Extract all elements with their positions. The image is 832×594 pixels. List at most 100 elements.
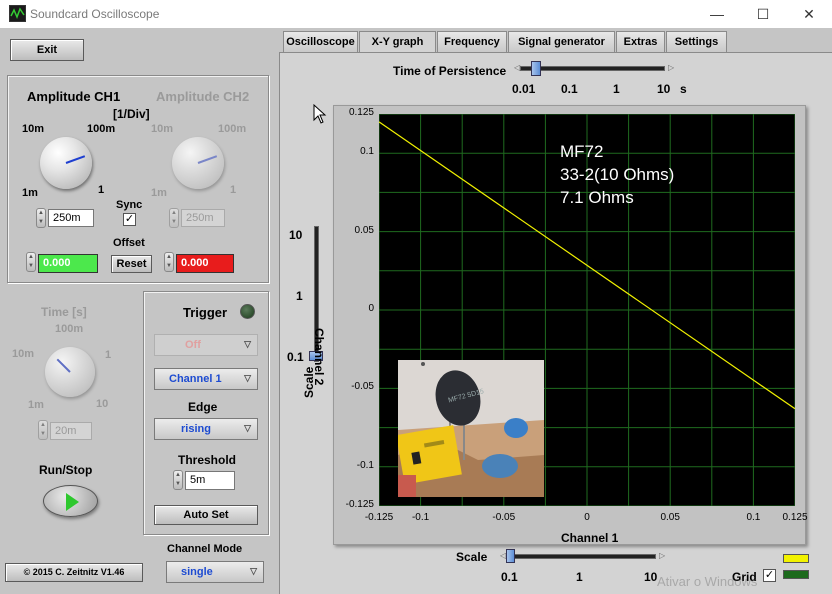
ch1-amplitude-field[interactable]: 250m [48, 209, 94, 227]
grid-checkbox[interactable]: ✓ [763, 569, 776, 582]
time-knob-label-10: 10 [96, 398, 109, 410]
persistence-tick-2: 1 [613, 82, 620, 96]
persistence-label: Time of Persistence [393, 64, 507, 78]
slider-right-arrow-icon[interactable]: ▷ [668, 63, 674, 72]
hscale-label: Scale [456, 550, 488, 564]
time-knob[interactable] [45, 347, 95, 397]
hscale-slider-thumb[interactable] [506, 549, 515, 563]
sync-label: Sync [116, 199, 143, 211]
hscale-slider-track[interactable] [506, 554, 656, 559]
x-tick-label: 0 [584, 512, 590, 523]
tab-extras[interactable]: Extras [616, 31, 665, 52]
x-tick-label: -0.125 [364, 512, 394, 523]
trigger-title: Trigger [183, 305, 228, 320]
y-tick-label: 0 [368, 303, 374, 314]
vscale-tick-0: 10 [289, 228, 303, 242]
offset-ch2-stepper[interactable]: ▲ ▼ [164, 252, 174, 272]
hscale-tick-1: 1 [576, 570, 583, 584]
ch1-knob-label-1m: 1m [22, 187, 38, 199]
time-title: Time [s] [41, 305, 87, 319]
app-icon [9, 5, 26, 22]
persistence-tick-0: 0.01 [512, 82, 536, 96]
ch2-value-stepper[interactable]: ▲ ▼ [169, 208, 179, 228]
channel-mode-value: single [181, 566, 213, 578]
amplitude-ch1-knob[interactable] [40, 137, 92, 189]
persistence-slider-track[interactable] [520, 66, 665, 71]
ch1-knob-label-1: 1 [98, 184, 105, 196]
time-knob-label-100m: 100m [55, 323, 84, 335]
hscale-tick-0: 0.1 [501, 570, 518, 584]
trigger-mode-value: Off [185, 339, 201, 351]
vscale-tick-1: 1 [296, 289, 303, 303]
sync-checkbox[interactable]: ✓ [123, 213, 136, 226]
tab-oscilloscope[interactable]: Oscilloscope [283, 31, 358, 52]
reset-button[interactable]: Reset [111, 255, 152, 273]
time-knob-needle [56, 358, 71, 373]
ch1-knob-label-10m: 10m [22, 123, 45, 135]
ch2-knob-label-100m: 100m [218, 123, 247, 135]
edge-label: Edge [188, 400, 218, 414]
time-stepper[interactable]: ▲ ▼ [38, 420, 48, 440]
ch2-knob-label-10m: 10m [151, 123, 174, 135]
slider-left-arrow-icon[interactable]: ◁ [514, 63, 520, 72]
time-knob-label-1m: 1m [28, 399, 44, 411]
persistence-slider-thumb[interactable] [531, 61, 541, 76]
window-title: Soundcard Oscilloscope [30, 7, 160, 21]
channel-mode-select[interactable]: single ▽ [166, 561, 264, 583]
annotation-line-1: MF72 [560, 142, 604, 161]
ch2-amplitude-field[interactable]: 250m [181, 209, 225, 227]
trigger-mode-select[interactable]: Off ▽ [154, 334, 258, 356]
tab-frequency[interactable]: Frequency [437, 31, 507, 52]
offset-label: Offset [113, 237, 145, 249]
component-photo: MF72 5D15 [398, 360, 544, 497]
y-tick-label: -0.05 [351, 381, 374, 393]
trigger-led-icon [240, 304, 255, 319]
exit-button[interactable]: Exit [10, 39, 84, 61]
offset-ch1-field[interactable]: 0.000 [38, 254, 98, 273]
time-field[interactable]: 20m [50, 422, 92, 440]
threshold-stepper[interactable]: ▲ ▼ [173, 470, 183, 490]
hscale-right-arrow-icon[interactable]: ▷ [659, 551, 665, 560]
threshold-field[interactable]: 5m [185, 471, 235, 490]
x-tick-label: -0.05 [492, 512, 516, 523]
tab-settings[interactable]: Settings [666, 31, 727, 52]
auto-set-button[interactable]: Auto Set [154, 505, 258, 525]
y-tick-label: 0.125 [348, 107, 374, 118]
time-knob-label-10m: 10m [12, 348, 35, 360]
x-tick-label: -0.1 [411, 512, 430, 523]
edge-select[interactable]: rising ▽ [154, 418, 258, 440]
hscale-tick-2: 10 [644, 570, 658, 584]
edge-value: rising [181, 423, 211, 435]
maximize-button[interactable]: ☐ [740, 0, 786, 28]
persistence-unit: s [680, 82, 687, 96]
ch1-knob-needle [65, 155, 86, 164]
x-tick-label: 0.125 [782, 512, 808, 523]
chevron-down-icon: ▽ [244, 373, 251, 383]
vscale-tick-2: 0.1 [287, 350, 304, 364]
copyright-label: © 2015 C. Zeitnitz V1.46 [5, 563, 143, 582]
close-button[interactable]: ✕ [786, 0, 832, 28]
chevron-down-icon: ▽ [244, 339, 251, 349]
y-tick-label: -0.125 [345, 499, 374, 510]
trigger-channel-value: Channel 1 [169, 373, 222, 385]
ch2-color-swatch[interactable] [783, 570, 809, 579]
offset-ch2-field[interactable]: 0.000 [176, 254, 234, 273]
trigger-channel-select[interactable]: Channel 1 ▽ [154, 368, 258, 390]
chevron-down-icon: ▽ [244, 423, 251, 433]
ch1-color-swatch[interactable] [783, 554, 809, 563]
y-tick-label: 0.05 [354, 224, 374, 236]
minimize-button[interactable]: — [694, 0, 740, 28]
y-tick-label: 0.1 [360, 146, 374, 158]
ch2-knob-label-1: 1 [230, 184, 237, 196]
tab-xy-graph[interactable]: X-Y graph [359, 31, 436, 53]
run-stop-label: Run/Stop [39, 463, 93, 477]
time-knob-label-1: 1 [105, 349, 112, 361]
offset-ch1-stepper[interactable]: ▲ ▼ [26, 252, 36, 272]
tab-signal-generator[interactable]: Signal generator [508, 31, 615, 52]
chevron-down-icon: ▽ [250, 566, 257, 576]
run-stop-button[interactable] [43, 485, 98, 517]
amplitude-ch2-knob[interactable] [172, 137, 224, 189]
y-axis-label: Channel 2 [312, 328, 326, 386]
ch1-value-stepper[interactable]: ▲ ▼ [36, 208, 46, 228]
play-icon [66, 493, 79, 511]
